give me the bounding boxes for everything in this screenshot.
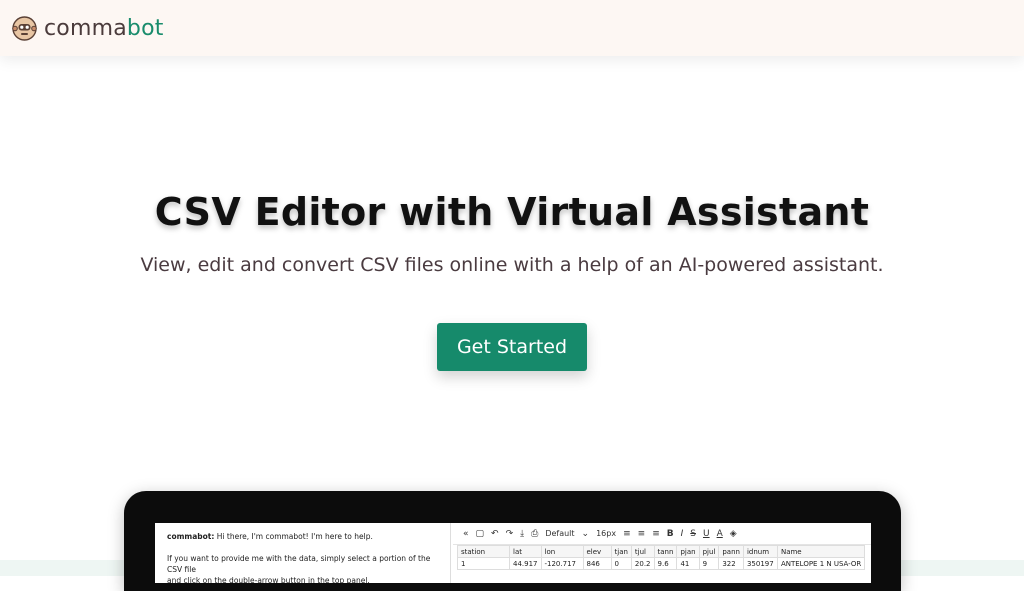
- chat-panel: commabot: Hi there, I'm commabot! I'm he…: [155, 523, 451, 583]
- table-header-row: station lat lon elev tjan tjul tann pjan…: [457, 545, 866, 558]
- strikethrough-icon[interactable]: S: [690, 529, 696, 539]
- align-left-icon[interactable]: ≡: [623, 529, 631, 539]
- table-cell[interactable]: ANTELOPE 1 N USA-OR: [776, 557, 866, 570]
- table-cell[interactable]: 9: [698, 557, 720, 570]
- logo-link[interactable]: commabot: [12, 16, 164, 41]
- text-color-icon[interactable]: A: [717, 529, 723, 539]
- table-cell[interactable]: 322: [718, 557, 744, 570]
- logo-text-right: bot: [126, 15, 164, 41]
- undo-icon[interactable]: ↶: [491, 529, 499, 539]
- print-icon[interactable]: ⎙: [531, 529, 538, 539]
- table-cell[interactable]: 9.6: [653, 557, 678, 570]
- column-header[interactable]: lat: [509, 545, 542, 558]
- column-header[interactable]: elev: [582, 545, 612, 558]
- column-header[interactable]: Name: [776, 545, 866, 558]
- logo-wordmark: commabot: [44, 16, 164, 41]
- column-header[interactable]: pjan: [676, 545, 700, 558]
- bold-icon[interactable]: B: [667, 529, 674, 539]
- collapse-button[interactable]: «: [463, 529, 469, 539]
- hero-title: CSV Editor with Virtual Assistant: [154, 190, 870, 234]
- chevron-down-icon: ⌄: [581, 528, 590, 539]
- csv-table: station lat lon elev tjan tjul tann pjan…: [457, 545, 866, 570]
- site-header: commabot: [0, 0, 1024, 56]
- download-icon[interactable]: ⤓: [520, 529, 524, 539]
- italic-icon[interactable]: I: [681, 529, 684, 539]
- new-file-icon[interactable]: ▢: [476, 529, 485, 539]
- column-header[interactable]: station: [457, 545, 510, 558]
- column-header[interactable]: lon: [540, 545, 584, 558]
- column-header[interactable]: tjul: [630, 545, 655, 558]
- app-preview-screen: commabot: Hi there, I'm commabot! I'm he…: [155, 523, 871, 583]
- column-header[interactable]: tann: [653, 545, 678, 558]
- table-row: 1 44.917 -120.717 846 0 20.2 9.6 41 9 32…: [457, 557, 866, 570]
- column-header[interactable]: pjul: [698, 545, 720, 558]
- redo-icon[interactable]: ↷: [506, 529, 514, 539]
- chat-sender: commabot:: [167, 532, 215, 541]
- chat-instruction-line-2: and click on the double-arrow button in …: [167, 576, 370, 583]
- table-cell[interactable]: 41: [676, 557, 700, 570]
- column-header[interactable]: pann: [718, 545, 744, 558]
- column-header[interactable]: tjan: [610, 545, 632, 558]
- table-cell[interactable]: 44.917: [509, 557, 542, 570]
- spreadsheet-panel: « ▢ ↶ ↷ ⤓ ⎙ Default ⌄ 16px ≡ ≡ ≡ B I S U…: [453, 523, 871, 583]
- underline-icon[interactable]: U: [703, 529, 710, 539]
- chat-greeting: Hi there, I'm commabot! I'm here to help…: [216, 532, 373, 541]
- data-grid: station lat lon elev tjan tjul tann pjan…: [453, 545, 871, 570]
- get-started-button[interactable]: Get Started: [437, 323, 587, 371]
- editor-toolbar: « ▢ ↶ ↷ ⤓ ⎙ Default ⌄ 16px ≡ ≡ ≡ B I S U…: [453, 523, 871, 545]
- logo-text-left: comma: [44, 15, 127, 41]
- font-size-select[interactable]: 16px: [596, 529, 616, 538]
- table-cell[interactable]: -120.717: [540, 557, 584, 570]
- chat-message: commabot: Hi there, I'm commabot! I'm he…: [167, 531, 438, 542]
- align-right-icon[interactable]: ≡: [652, 529, 660, 539]
- table-cell[interactable]: 0: [610, 557, 632, 570]
- table-cell[interactable]: 350197: [742, 557, 778, 570]
- hero-subtitle: View, edit and convert CSV files online …: [140, 254, 884, 276]
- table-cell[interactable]: 20.2: [630, 557, 655, 570]
- table-cell[interactable]: 846: [582, 557, 612, 570]
- robot-logo-icon: [12, 15, 37, 41]
- column-header[interactable]: idnum: [742, 545, 778, 558]
- font-select[interactable]: Default: [545, 529, 574, 538]
- chat-instruction-line: If you want to provide me with the data,…: [167, 554, 431, 574]
- align-center-icon[interactable]: ≡: [638, 529, 646, 539]
- table-cell[interactable]: 1: [457, 557, 510, 570]
- hero-section: CSV Editor with Virtual Assistant View, …: [0, 190, 1024, 276]
- fill-color-icon[interactable]: ◈: [730, 529, 737, 539]
